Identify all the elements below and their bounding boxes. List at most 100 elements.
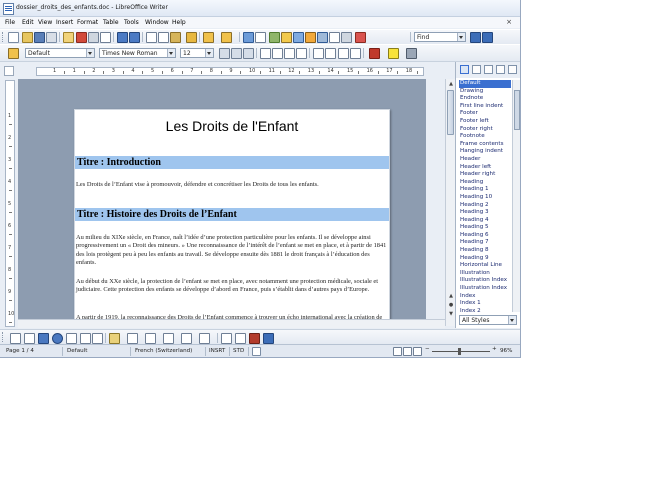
align-center-icon[interactable]: [272, 48, 283, 59]
chevron-down-icon[interactable]: [457, 33, 465, 41]
document-page[interactable]: Les Droits de l'Enfant Titre : Introduct…: [74, 109, 390, 328]
chevron-down-icon[interactable]: [167, 49, 175, 57]
from-file-icon[interactable]: [249, 333, 260, 344]
line-icon[interactable]: [24, 333, 35, 344]
help-icon[interactable]: [355, 32, 366, 43]
numbering-icon[interactable]: [313, 48, 324, 59]
style-list-item[interactable]: Header left: [459, 164, 511, 172]
vertical-scroll-thumb[interactable]: [447, 90, 454, 135]
highlighting-icon[interactable]: [388, 48, 399, 59]
style-list-item[interactable]: Heading 10: [459, 194, 511, 202]
style-list-item[interactable]: Heading: [459, 179, 511, 187]
find-replace-icon[interactable]: [281, 32, 292, 43]
language-status[interactable]: French (Switzerland): [135, 348, 192, 354]
tab-type-icon[interactable]: [4, 66, 14, 76]
paste-icon[interactable]: [170, 32, 181, 43]
redo-icon[interactable]: [221, 32, 232, 43]
clone-formatting-icon[interactable]: [186, 32, 197, 43]
scroll-up-icon[interactable]: ▲: [447, 80, 455, 88]
style-list-item[interactable]: Index 1: [459, 300, 511, 308]
page-styles-icon[interactable]: [496, 65, 505, 74]
zoom-in-icon[interactable]: +: [492, 346, 497, 352]
style-list-item[interactable]: Illustration Index: [459, 285, 511, 293]
style-list-item[interactable]: Footnote: [459, 133, 511, 141]
stars-icon[interactable]: [199, 333, 210, 344]
style-list-item[interactable]: Header right: [459, 171, 511, 179]
style-list-item[interactable]: Heading 4: [459, 217, 511, 225]
vertical-ruler[interactable]: 1 2 3 4 5 6 7 8 9 10: [5, 80, 15, 327]
new-document-icon[interactable]: [8, 32, 19, 43]
style-list-item[interactable]: Index: [459, 293, 511, 301]
styles-list[interactable]: Default Drawing Endnote First line indent Fo…: [459, 80, 511, 312]
styles-list-scrollbar[interactable]: [512, 80, 520, 312]
block-arrows-icon[interactable]: [145, 333, 156, 344]
chevron-down-icon[interactable]: [508, 316, 516, 324]
gallery-icon[interactable]: [305, 32, 316, 43]
font-size-select[interactable]: 12: [180, 48, 214, 58]
style-list-item[interactable]: Illustration: [459, 270, 511, 278]
style-list-item[interactable]: Heading 2: [459, 202, 511, 210]
style-list-item[interactable]: Illustration Index: [459, 277, 511, 285]
italic-icon[interactable]: [231, 48, 242, 59]
menu-help[interactable]: Help: [172, 19, 186, 26]
style-list-item[interactable]: Heading 9: [459, 255, 511, 263]
basic-shapes-icon[interactable]: [109, 333, 120, 344]
bullets-icon[interactable]: [325, 48, 336, 59]
curve-icon[interactable]: [66, 333, 77, 344]
justify-icon[interactable]: [296, 48, 307, 59]
align-left-icon[interactable]: [260, 48, 271, 59]
find-previous-icon[interactable]: [482, 32, 493, 43]
styles-and-formatting-icon[interactable]: [8, 48, 19, 59]
show-draw-functions-icon[interactable]: [269, 32, 280, 43]
email-icon[interactable]: [46, 32, 57, 43]
style-list-item[interactable]: Heading 5: [459, 224, 511, 232]
previous-page-icon[interactable]: ▲: [447, 292, 455, 300]
zoom-slider[interactable]: [432, 351, 490, 352]
style-list-item[interactable]: Endnote: [459, 95, 511, 103]
ellipse-icon[interactable]: [52, 333, 63, 344]
fontwork-icon[interactable]: [235, 333, 246, 344]
style-list-item[interactable]: Heading 1: [459, 186, 511, 194]
save-icon[interactable]: [34, 32, 45, 43]
hyperlink-icon[interactable]: [243, 32, 254, 43]
print-preview-icon[interactable]: [100, 32, 111, 43]
background-color-icon[interactable]: [406, 48, 417, 59]
paragraph-styles-icon[interactable]: [460, 65, 469, 74]
autospellcheck-icon[interactable]: [129, 32, 140, 43]
list-styles-icon[interactable]: [508, 65, 517, 74]
horizontal-scrollbar[interactable]: [18, 319, 445, 328]
style-list-item[interactable]: Index 2: [459, 308, 511, 312]
styles-filter-select[interactable]: All Styles: [459, 315, 517, 325]
menu-tools[interactable]: Tools: [124, 19, 139, 26]
undo-icon[interactable]: [203, 32, 214, 43]
horizontal-ruler[interactable]: 1 1 2 3 4 5 6 7 8 9 10 11 12 13 14 15 16 17 18: [36, 67, 424, 76]
rectangle-icon[interactable]: [38, 333, 49, 344]
menu-file[interactable]: File: [5, 19, 15, 26]
extrusion-icon[interactable]: [263, 333, 274, 344]
zoom-icon[interactable]: [341, 32, 352, 43]
text-tool-icon[interactable]: [80, 333, 91, 344]
find-input[interactable]: Find: [414, 32, 466, 42]
page-number-status[interactable]: Page 1 / 4: [6, 348, 34, 354]
export-pdf-icon[interactable]: [76, 32, 87, 43]
data-sources-icon[interactable]: [317, 32, 328, 43]
toolbar-grip[interactable]: [2, 32, 6, 42]
insert-mode-status[interactable]: INSRT: [209, 348, 225, 354]
multi-page-view-icon[interactable]: [403, 347, 412, 356]
formatting-marks-icon[interactable]: [329, 32, 340, 43]
style-list-item[interactable]: Frame contents: [459, 141, 511, 149]
style-list-item[interactable]: First line indent: [459, 103, 511, 111]
toolbar-grip[interactable]: [2, 332, 6, 342]
points-icon[interactable]: [221, 333, 232, 344]
style-list-item[interactable]: Heading 3: [459, 209, 511, 217]
chevron-down-icon[interactable]: [86, 49, 94, 57]
page-style-status[interactable]: Default: [67, 348, 87, 354]
callouts-icon[interactable]: [92, 333, 103, 344]
navigation-icon[interactable]: ●: [447, 301, 455, 309]
edit-file-icon[interactable]: [63, 32, 74, 43]
increase-indent-icon[interactable]: [350, 48, 361, 59]
style-list-item[interactable]: Heading 7: [459, 239, 511, 247]
align-right-icon[interactable]: [284, 48, 295, 59]
style-list-item[interactable]: Hanging indent: [459, 148, 511, 156]
book-view-icon[interactable]: [413, 347, 422, 356]
